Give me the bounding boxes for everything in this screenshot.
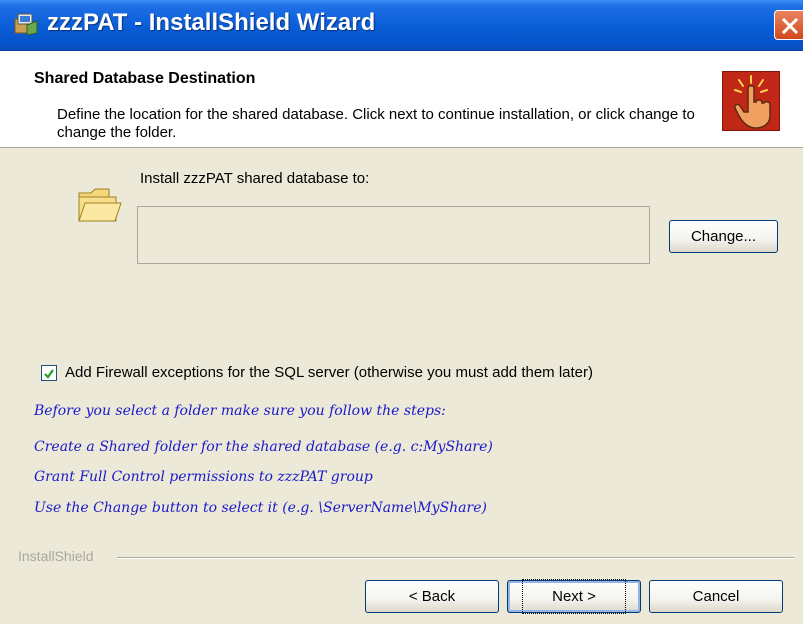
install-path-label: Install zzzPAT shared database to:	[140, 170, 370, 187]
brand-label: InstallShield	[18, 548, 94, 564]
folder-icon	[78, 188, 122, 222]
back-button-label: < Back	[408, 588, 456, 605]
next-button-label: Next >	[522, 579, 626, 614]
firewall-checkbox[interactable]	[41, 365, 57, 381]
note-line: Before you select a folder make sure you…	[34, 403, 446, 419]
hand-click-icon	[722, 71, 780, 131]
cancel-button-label: Cancel	[692, 588, 740, 605]
change-button-label: Change...	[690, 228, 757, 245]
close-button[interactable]	[774, 10, 803, 40]
note-line: Use the Change button to select it (e.g.…	[34, 500, 487, 516]
cancel-button[interactable]: Cancel	[649, 580, 783, 613]
page-title: Shared Database Destination	[34, 70, 256, 87]
page-description: Define the location for the shared datab…	[57, 106, 695, 141]
change-button[interactable]: Change...	[669, 220, 778, 253]
next-button[interactable]: Next >	[507, 579, 641, 614]
note-line: Grant Full Control permissions to zzzPAT…	[34, 469, 373, 485]
installer-icon	[14, 13, 38, 36]
install-path-field	[137, 206, 650, 264]
footer-divider	[117, 557, 794, 559]
checkmark-icon	[44, 369, 54, 379]
firewall-checkbox-label[interactable]: Add Firewall exceptions for the SQL serv…	[65, 364, 593, 381]
note-line: Create a Shared folder for the shared da…	[34, 439, 493, 455]
close-icon	[781, 17, 799, 35]
back-button[interactable]: < Back	[365, 580, 499, 613]
window-title: zzzPAT - InstallShield Wizard	[47, 9, 376, 36]
title-bar[interactable]: zzzPAT - InstallShield Wizard	[0, 0, 803, 51]
